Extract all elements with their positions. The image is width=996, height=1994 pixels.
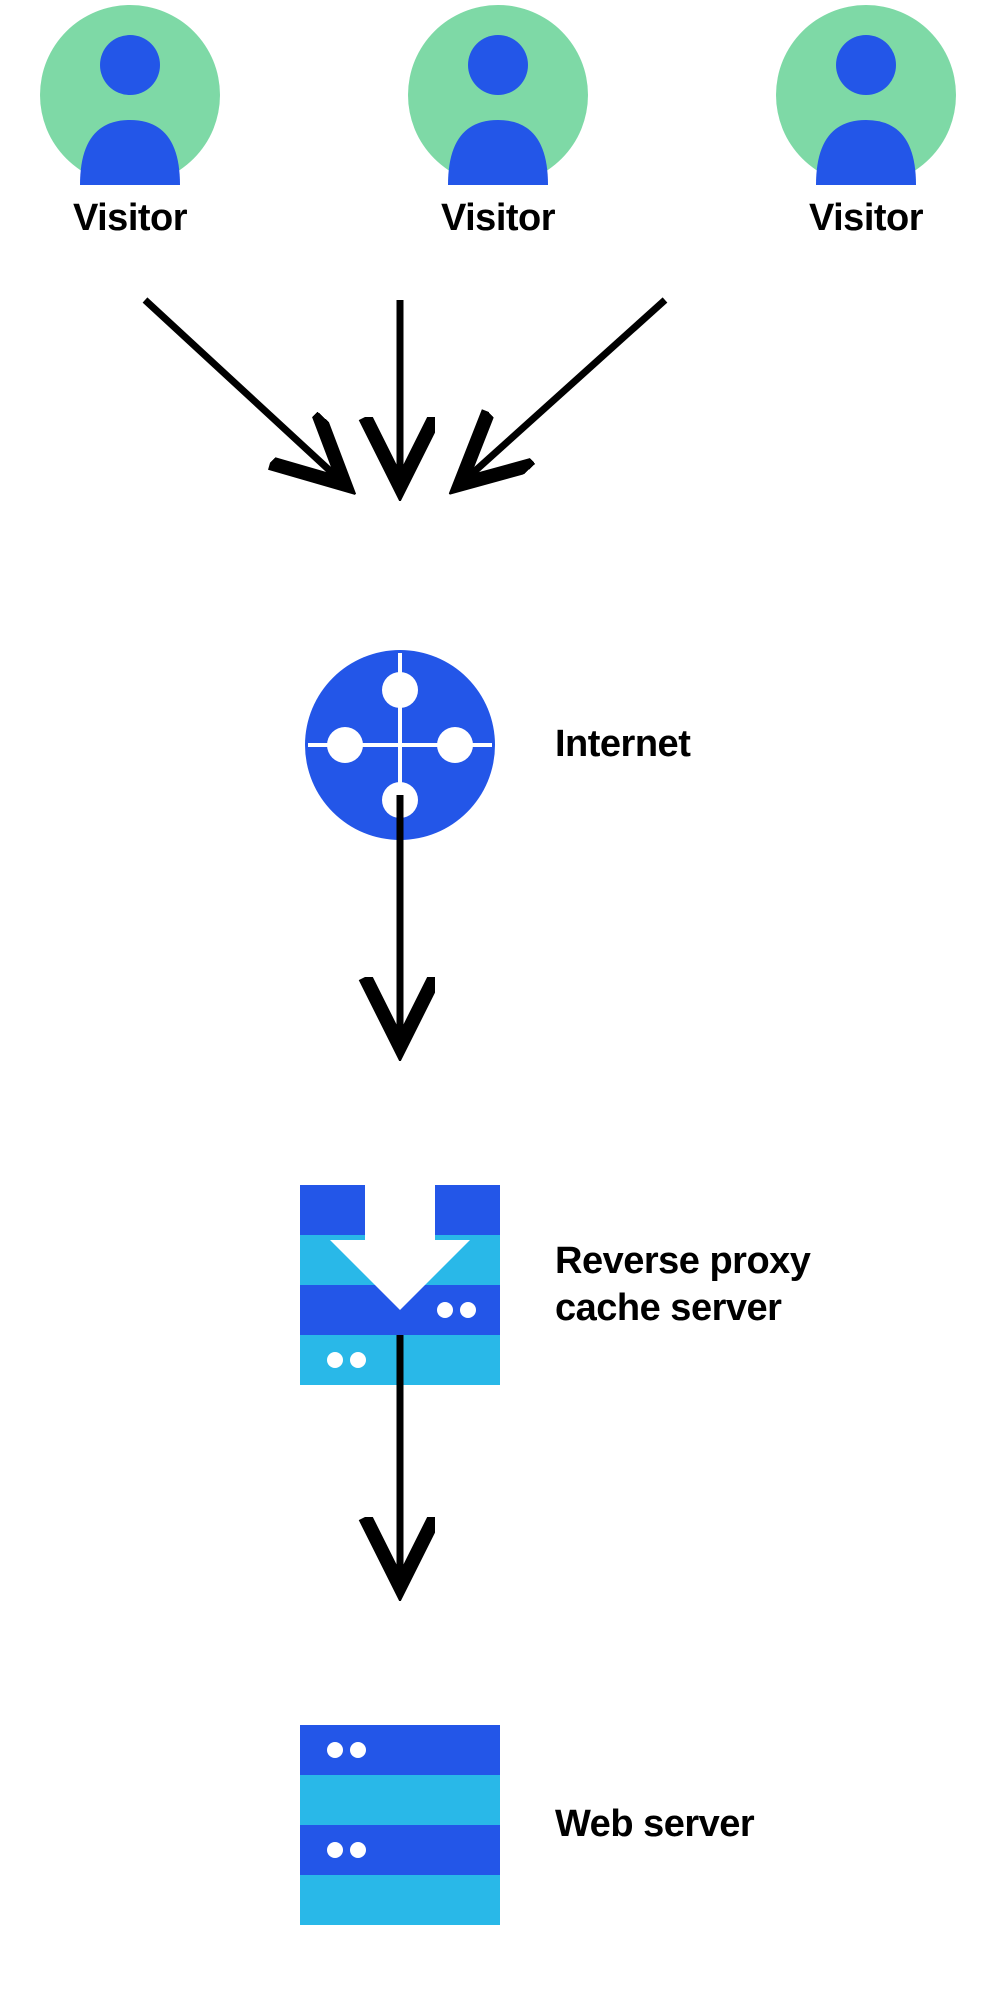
- visitor-1: Visitor: [30, 5, 230, 240]
- visitor-icon: [776, 5, 956, 185]
- visitor-icon: [408, 5, 588, 185]
- visitor-icon: [40, 5, 220, 185]
- internet-to-proxy-arrow: [0, 775, 996, 1075]
- visitors-row: Visitor Visitor Visitor: [0, 5, 996, 240]
- internet-label: Internet: [555, 721, 690, 769]
- proxy-to-webserver-arrow: [0, 1315, 996, 1615]
- visitor-arrows: [0, 265, 996, 525]
- visitor-1-label: Visitor: [73, 197, 187, 240]
- webserver-icon: [300, 1725, 500, 1925]
- webserver-node: Web server: [300, 1725, 754, 1925]
- visitor-2-label: Visitor: [441, 197, 555, 240]
- visitor-3: Visitor: [766, 5, 966, 240]
- webserver-label: Web server: [555, 1801, 754, 1849]
- visitor-2: Visitor: [398, 5, 598, 240]
- visitor-3-label: Visitor: [809, 197, 923, 240]
